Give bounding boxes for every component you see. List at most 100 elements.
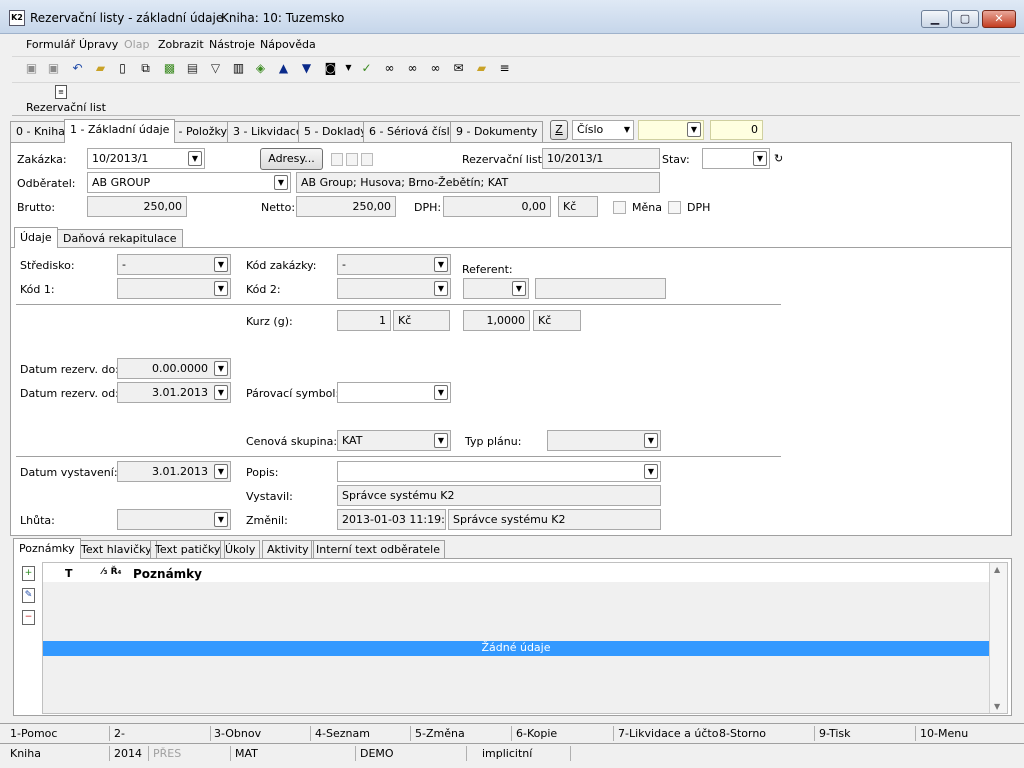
typ-planu-select[interactable]: ▼ xyxy=(547,430,661,451)
fkey-4[interactable]: 4-Seznam xyxy=(315,727,370,740)
search-number-input[interactable]: 0 xyxy=(710,120,763,140)
check-icon[interactable]: ✓ xyxy=(358,60,375,77)
refresh-icon[interactable]: ↻ xyxy=(774,152,783,165)
fkey-10[interactable]: 10-Menu xyxy=(920,727,968,740)
chevron-down-icon[interactable]: ▼ xyxy=(434,433,448,448)
fkey-5[interactable]: 5-Změna xyxy=(415,727,465,740)
open-folder-icon[interactable]: ▰ xyxy=(92,60,109,77)
referent-select[interactable]: ▼ xyxy=(463,278,529,299)
subtab-udaje[interactable]: Údaje xyxy=(14,227,58,248)
chevron-down-icon[interactable]: ▼ xyxy=(434,281,448,296)
tab-kniha[interactable]: 0 - Kniha xyxy=(10,121,71,142)
cenova-skupina-select[interactable]: KAT ▼ xyxy=(337,430,451,451)
mena-checkbox[interactable] xyxy=(613,201,626,214)
save-as-icon[interactable]: ▣ xyxy=(45,60,62,77)
tab-dokumenty[interactable]: 9 - Dokumenty xyxy=(450,121,544,142)
scroll-down-icon[interactable]: ▼ xyxy=(994,702,1000,711)
arrow-down-icon[interactable]: ▼ xyxy=(298,60,315,77)
delete-note-icon[interactable]: − xyxy=(22,610,35,625)
empty-row[interactable]: Žádné údaje xyxy=(43,641,989,656)
stredisko-select[interactable]: - ▼ xyxy=(117,254,231,275)
tab-ukoly[interactable]: Úkoly xyxy=(220,540,261,559)
fkey-9[interactable]: 9-Tisk xyxy=(819,727,851,740)
subtab-danova-rekapitulace[interactable]: Daňová rekapitulace xyxy=(57,229,183,248)
menu-olap[interactable]: Olap xyxy=(124,38,149,51)
tab-likvidace[interactable]: 3 - Likvidace xyxy=(227,121,309,142)
adresy-button[interactable]: Adresy... xyxy=(260,148,323,170)
chevron-down-icon[interactable]: ▼ xyxy=(214,464,228,479)
close-button[interactable]: ✕ xyxy=(982,10,1016,28)
page-icon[interactable] xyxy=(346,153,358,166)
arrow-up-icon[interactable]: ▲ xyxy=(275,60,292,77)
new-document-icon[interactable]: ▯ xyxy=(114,60,131,77)
menu-formular[interactable]: Formulář xyxy=(26,38,75,51)
kod2-select[interactable]: ▼ xyxy=(337,278,451,299)
chevron-down-icon[interactable]: ▼ xyxy=(214,512,228,527)
chevron-down-icon[interactable]: ▼ xyxy=(214,257,228,272)
minimize-button[interactable]: ▁ xyxy=(921,10,949,28)
menu-upravy[interactable]: Úpravy xyxy=(79,38,118,51)
camera-icon[interactable]: ◙ xyxy=(322,60,339,77)
chevron-down-icon[interactable]: ▼ xyxy=(624,121,630,139)
add-note-icon[interactable]: + xyxy=(22,566,35,581)
popis-select[interactable]: ▼ xyxy=(337,461,661,482)
zakazka-select[interactable]: 10/2013/1 ▼ xyxy=(87,148,205,169)
vertical-scrollbar[interactable]: ▲ ▼ xyxy=(989,563,1007,713)
binoculars-next-icon[interactable]: ∞ xyxy=(404,60,421,77)
fkey-8[interactable]: 8-Storno xyxy=(719,727,766,740)
fkey-7[interactable]: 7-Likvidace a účtová xyxy=(618,727,718,740)
mail-icon[interactable]: ✉ xyxy=(450,60,467,77)
filter-icon[interactable]: ▽ xyxy=(207,60,224,77)
fkey-1[interactable]: 1-Pomoc xyxy=(10,727,57,740)
parovaci-select[interactable]: ▼ xyxy=(337,382,451,403)
filter-doc-icon[interactable]: ▥ xyxy=(230,60,247,77)
search-field-select[interactable]: Číslo ▼ xyxy=(572,120,634,140)
save-icon[interactable]: ▣ xyxy=(23,60,40,77)
fkey-6[interactable]: 6-Kopie xyxy=(516,727,557,740)
chevron-down-icon[interactable]: ▼ xyxy=(434,385,448,400)
menu-zobrazit[interactable]: Zobrazit xyxy=(158,38,204,51)
notes-icon[interactable]: ▰ xyxy=(473,60,490,77)
document-icon[interactable]: ≡ xyxy=(55,85,67,99)
col-header-t[interactable]: T xyxy=(65,567,73,580)
chevron-down-icon[interactable]: ▼ xyxy=(214,385,228,400)
undo-icon[interactable]: ↶ xyxy=(69,60,86,77)
fkey-3[interactable]: 3-Obnov xyxy=(214,727,261,740)
col-header-poznamky[interactable]: Poznámky xyxy=(133,567,202,581)
scroll-up-icon[interactable]: ▲ xyxy=(994,565,1000,574)
tab-text-paticky[interactable]: Text patičky xyxy=(150,540,226,559)
tab-seriova-cisla[interactable]: 6 - Sériová čísla xyxy=(363,121,463,142)
book-icon[interactable]: ▤ xyxy=(184,60,201,77)
chevron-down-icon[interactable]: ▼ xyxy=(644,464,658,479)
datum-od-field[interactable]: 3.01.2013 ▼ xyxy=(117,382,231,403)
odberatel-select[interactable]: AB GROUP ▼ xyxy=(87,172,291,193)
tab-aktivity[interactable]: Aktivity xyxy=(262,540,314,559)
tab-doklady[interactable]: 5 - Doklady xyxy=(298,121,373,142)
maximize-button[interactable]: ▢ xyxy=(951,10,979,28)
search-filter-select[interactable]: ▼ xyxy=(638,120,704,140)
chevron-down-icon[interactable]: ▼ xyxy=(434,257,448,272)
chevron-down-icon[interactable]: ▼ xyxy=(687,122,701,137)
copy-icon[interactable]: ⧉ xyxy=(137,60,154,77)
stav-select[interactable]: ▼ xyxy=(702,148,770,169)
kod-zakazky-select[interactable]: - ▼ xyxy=(337,254,451,275)
menu-napoveda[interactable]: Nápověda xyxy=(260,38,316,51)
tab-zakladni-udaje[interactable]: 1 - Základní údaje xyxy=(64,119,176,143)
menu-lines-icon[interactable]: ≡ xyxy=(496,60,513,77)
page-icon[interactable] xyxy=(331,153,343,166)
datum-do-field[interactable]: 0.00.0000 ▼ xyxy=(117,358,231,379)
edit-note-icon[interactable]: ✎ xyxy=(22,588,35,603)
tab-poznamky[interactable]: Poznámky xyxy=(13,538,81,559)
ribbon-label[interactable]: Rezervační list xyxy=(26,101,106,114)
menu-nastroje[interactable]: Nástroje xyxy=(209,38,255,51)
z-button[interactable]: Z xyxy=(550,120,568,140)
lock-icon[interactable]: ▩ xyxy=(161,60,178,77)
stack-icon[interactable]: ◈ xyxy=(252,60,269,77)
chevron-down-icon[interactable]: ▼ xyxy=(512,281,526,296)
tab-text-hlavicky[interactable]: Text hlavičky xyxy=(76,540,157,559)
fkey-2[interactable]: 2- xyxy=(114,727,125,740)
dph-checkbox[interactable] xyxy=(668,201,681,214)
tab-interni-text[interactable]: Interní text odběratele xyxy=(311,540,445,559)
binoculars-edit-icon[interactable]: ∞ xyxy=(427,60,444,77)
binoculars-icon[interactable]: ∞ xyxy=(381,60,398,77)
